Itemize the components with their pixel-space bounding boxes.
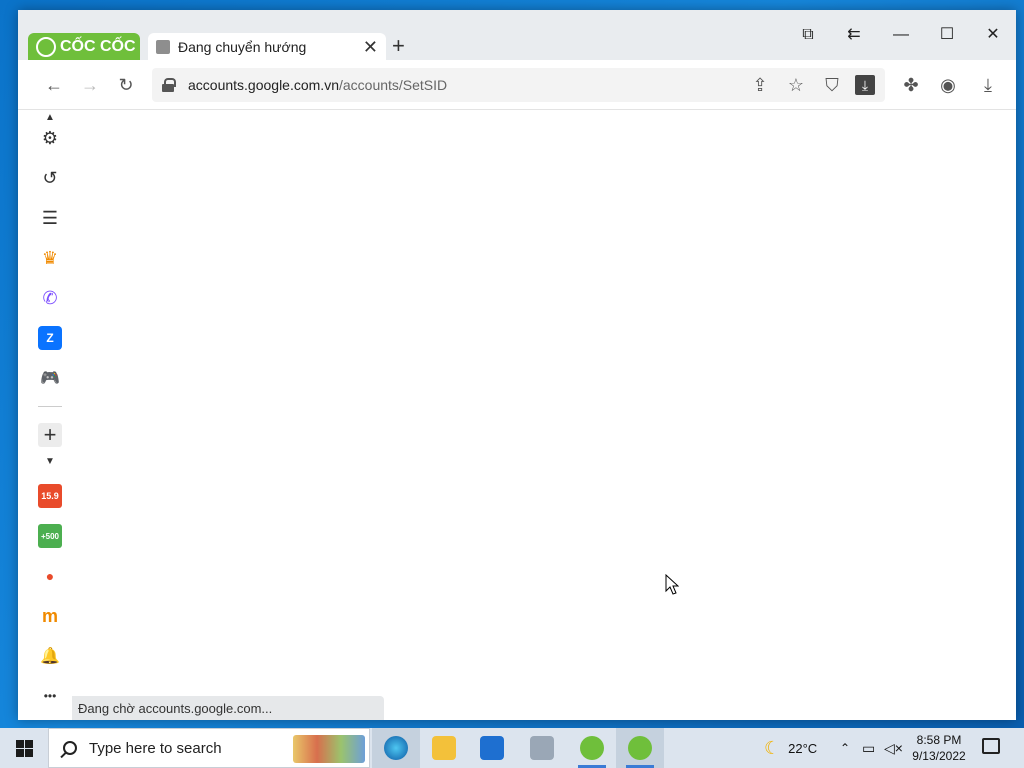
new-tab-button[interactable]: + bbox=[392, 35, 405, 57]
weather-widget[interactable]: ☾ 22°C bbox=[764, 728, 817, 768]
clock-time: 8:58 PM bbox=[916, 733, 962, 747]
forward-button[interactable]: → bbox=[78, 75, 102, 95]
scroll-up-icon[interactable]: ▲ bbox=[38, 112, 62, 123]
address-bar[interactable]: accounts.google.com.vn /accounts/SetSID bbox=[152, 68, 885, 102]
profile-icon[interactable]: ◉ bbox=[936, 75, 960, 95]
notification-center-icon[interactable] bbox=[982, 738, 1000, 754]
games-icon[interactable]: 🎮 bbox=[38, 366, 62, 390]
taskbar-file-explorer[interactable] bbox=[420, 728, 468, 768]
store-icon bbox=[480, 736, 504, 760]
share-icon[interactable]: ⇪ bbox=[748, 75, 772, 95]
browser-window: CỐC CỐC Đang chuyển hướng ✕ + ⧉ ⇇ — ☐ ✕ … bbox=[18, 10, 1016, 720]
crown-icon[interactable]: ♛ bbox=[38, 246, 62, 270]
downloads-icon[interactable]: ⤓ bbox=[976, 75, 1000, 95]
mouse-cursor-icon bbox=[665, 574, 679, 595]
tab-search-icon[interactable]: ⇇ bbox=[844, 26, 864, 44]
clock[interactable]: 8:58 PM 9/13/2022 bbox=[904, 732, 974, 764]
reading-list-icon[interactable]: ☰ bbox=[38, 206, 62, 230]
url-path: /accounts/SetSID bbox=[338, 77, 448, 93]
screen-capture-icon[interactable]: ⧉ bbox=[798, 26, 818, 44]
coccoc-icon bbox=[628, 736, 652, 760]
zalo-icon[interactable]: Z bbox=[38, 326, 62, 350]
plus-500-icon[interactable]: +500 bbox=[38, 524, 62, 548]
coccoc-icon bbox=[580, 736, 604, 760]
maximize-button[interactable]: ☐ bbox=[937, 26, 957, 44]
tab-favicon-icon bbox=[156, 39, 170, 54]
taskbar-photos[interactable] bbox=[518, 728, 566, 768]
bookmark-star-icon[interactable]: ☆ bbox=[784, 75, 808, 95]
search-placeholder: Type here to search bbox=[89, 739, 222, 757]
coccoc-logo-icon bbox=[36, 36, 56, 57]
reload-button[interactable]: ↻ bbox=[114, 75, 138, 95]
taskbar-coccoc-1[interactable] bbox=[568, 728, 616, 768]
coccoc-game-icon[interactable]: ● bbox=[38, 564, 62, 588]
scroll-down-icon[interactable]: ▼ bbox=[38, 456, 62, 467]
title-bar: CỐC CỐC Đang chuyển hướng ✕ + ⧉ ⇇ — ☐ ✕ bbox=[18, 10, 1016, 60]
tab-close-icon[interactable]: ✕ bbox=[363, 38, 378, 56]
windows-logo-icon bbox=[15, 739, 33, 757]
add-sidebar-item-icon[interactable]: + bbox=[38, 422, 62, 447]
volume-muted-icon[interactable]: ◁× bbox=[884, 728, 903, 768]
url-host: accounts.google.com.vn bbox=[188, 77, 339, 93]
search-icon bbox=[63, 741, 77, 755]
tab-title: Đang chuyển hướng bbox=[178, 38, 307, 55]
tab-active[interactable]: Đang chuyển hướng ✕ bbox=[148, 33, 386, 60]
messenger-icon[interactable]: ✆ bbox=[38, 286, 62, 310]
taskbar-coccoc-2[interactable] bbox=[616, 728, 664, 768]
lock-icon[interactable] bbox=[162, 78, 176, 92]
shopping-icon[interactable]: m bbox=[38, 604, 62, 628]
search-highlight-art[interactable] bbox=[293, 735, 365, 763]
sale-15-9-icon[interactable]: 15.9 bbox=[38, 484, 62, 508]
clock-date: 9/13/2022 bbox=[912, 749, 966, 763]
taskbar: Type here to search ☾ 22°C ⌃ ▭ ◁× 8:58 P… bbox=[0, 728, 1024, 768]
history-icon[interactable]: ↺ bbox=[38, 166, 62, 190]
edge-icon bbox=[384, 736, 408, 760]
taskbar-store[interactable] bbox=[468, 728, 516, 768]
minimize-button[interactable]: — bbox=[891, 26, 911, 44]
moon-icon: ☾ bbox=[764, 737, 781, 758]
photos-icon bbox=[530, 736, 554, 760]
weather-temp: 22°C bbox=[788, 740, 818, 756]
navigation-toolbar: ← → ↻ accounts.google.com.vn /accounts/S… bbox=[18, 60, 1016, 110]
shield-icon[interactable]: ⛉ bbox=[820, 75, 844, 95]
savefrom-download-icon[interactable]: ⤓ bbox=[855, 75, 875, 95]
sidebar: ▲ ⚙ ↺ ☰ ♛ ✆ Z 🎮 + ▼ 15.9 +500 ● m 🔔 ••• bbox=[28, 110, 72, 720]
close-button[interactable]: ✕ bbox=[983, 26, 1003, 44]
settings-icon[interactable]: ⚙ bbox=[38, 126, 62, 150]
sidebar-divider bbox=[38, 406, 62, 407]
back-button[interactable]: ← bbox=[42, 75, 66, 95]
taskbar-search[interactable]: Type here to search bbox=[48, 728, 370, 768]
notifications-icon[interactable]: 🔔 bbox=[38, 644, 62, 668]
folder-icon bbox=[432, 736, 456, 760]
brand-label: CỐC CỐC bbox=[60, 37, 136, 55]
status-bar: Đang chờ accounts.google.com... bbox=[72, 696, 384, 720]
extensions-icon[interactable]: ✤ bbox=[899, 75, 923, 95]
tray-chevron-icon[interactable]: ⌃ bbox=[840, 728, 850, 768]
more-icon[interactable]: ••• bbox=[38, 684, 62, 708]
page-content bbox=[72, 111, 1016, 720]
start-button[interactable] bbox=[0, 728, 48, 768]
network-icon[interactable]: ▭ bbox=[862, 728, 875, 768]
coccoc-brand-button[interactable]: CỐC CỐC bbox=[28, 33, 140, 60]
taskbar-edge[interactable] bbox=[372, 728, 420, 768]
